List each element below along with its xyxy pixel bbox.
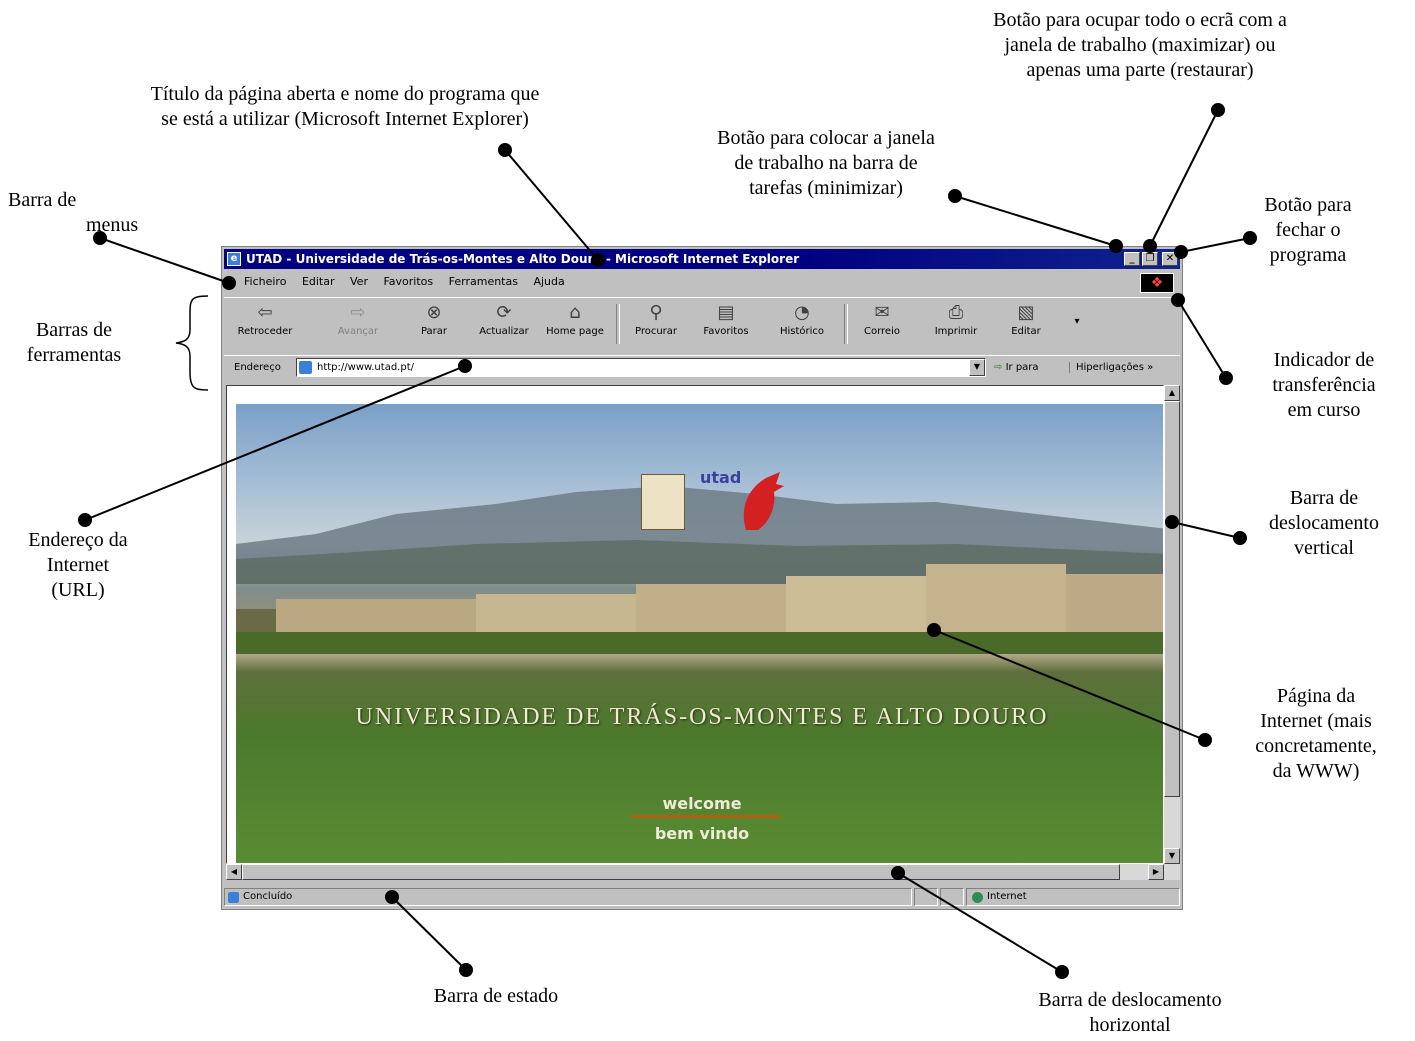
annotation-title-bar: Título da página aberta e nome do progra…	[150, 83, 540, 130]
annotation-close: Botão para fechar o programa	[1264, 194, 1352, 266]
browser-window: e UTAD - Universidade de Trás-os-Montes …	[221, 246, 1183, 910]
annotation-minimize: Botão para colocar a janela de trabalho n…	[717, 127, 935, 199]
red-bird-logo	[743, 472, 784, 530]
annotation-maximize: Botão para ocupar todo o ecrã com a janel…	[993, 9, 1287, 81]
toolbar-separator	[844, 304, 848, 344]
annotation-status-bar: Barra de estado	[433, 985, 559, 1007]
status-bar: Concluído Internet	[224, 887, 1180, 907]
toolbar-separator	[616, 304, 620, 344]
vertical-scroll-thumb[interactable]	[1164, 401, 1180, 797]
standard-toolbar: ⇦ Retroceder ⇨ Avançar ⊗ Parar ⟳ Actualizar …	[224, 297, 1180, 352]
home-button[interactable]: ⌂ Home page	[542, 302, 608, 337]
home-icon: ⌂	[569, 302, 581, 323]
page-icon	[299, 361, 312, 374]
back-arrow-icon: ⇦	[257, 302, 273, 323]
search-button[interactable]: ⚲ Procurar	[626, 302, 686, 337]
window-title: UTAD - Universidade de Trás-os-Montes e …	[246, 252, 800, 266]
web-page-viewport[interactable]: utad UNIVERSIDADE DE TRÁS-OS-MONTES E AL…	[226, 385, 1164, 864]
address-input[interactable]: http://www.utad.pt/ ▼	[296, 358, 986, 377]
print-icon: ⎙	[948, 302, 964, 323]
close-button[interactable]: ✕	[1162, 252, 1178, 266]
annotation-toolbars: Barras de ferramentas	[26, 319, 122, 366]
university-crest-logo	[641, 474, 685, 530]
menu-favorites[interactable]: Favoritos	[377, 271, 439, 288]
go-arrow-icon: ⇨	[994, 362, 1003, 373]
address-bar: Endereço http://www.utad.pt/ ▼ ⇨ Ir para…	[224, 355, 1180, 380]
history-icon: ◔	[794, 302, 810, 323]
page-heading: UNIVERSIDADE DE TRÁS-OS-MONTES E ALTO DO…	[355, 704, 1049, 730]
title-bar[interactable]: e UTAD - Universidade de Trás-os-Montes …	[224, 249, 1180, 269]
menu-view[interactable]: Ver	[344, 271, 374, 288]
minimize-button[interactable]: _	[1124, 252, 1140, 266]
menu-tools[interactable]: Ferramentas	[443, 271, 524, 288]
horizontal-scrollbar[interactable]: ◀ ▶	[226, 864, 1180, 880]
menu-help[interactable]: Ajuda	[527, 271, 570, 288]
scroll-down-icon[interactable]: ▼	[1164, 848, 1180, 864]
annotation-menu-bar: Barra de menus	[8, 189, 139, 236]
status-pane-blank	[914, 888, 938, 906]
mail-icon: ✉	[874, 302, 890, 323]
refresh-button[interactable]: ⟳ Actualizar	[474, 302, 534, 337]
welcome-link[interactable]: welcome	[236, 794, 1163, 813]
zone-text: Internet	[987, 891, 1027, 902]
internet-zone-globe-icon	[972, 892, 983, 903]
address-url: http://www.utad.pt/	[317, 362, 414, 373]
annotation-web-page: Página da Internet (mais concretamente, da …	[1255, 685, 1377, 782]
campus-buildings	[236, 564, 1163, 654]
vertical-scrollbar[interactable]: ▲ ▼	[1164, 385, 1180, 864]
address-dropdown-icon[interactable]: ▼	[969, 359, 985, 376]
horizontal-scroll-thumb[interactable]	[242, 864, 1120, 880]
search-icon: ⚲	[649, 302, 663, 323]
favorites-button[interactable]: ▤ Favoritos	[696, 302, 756, 337]
status-text: Concluído	[243, 891, 293, 902]
forward-button[interactable]: ⇨ Avançar	[328, 302, 388, 337]
mail-button[interactable]: ✉ Correio	[852, 302, 912, 337]
status-pane-blank	[940, 888, 964, 906]
history-button[interactable]: ◔ Histórico	[772, 302, 832, 337]
restore-button[interactable]: ❐	[1142, 252, 1158, 266]
stop-button[interactable]: ⊗ Parar	[414, 302, 454, 337]
menu-file[interactable]: Ficheiro	[238, 271, 292, 288]
go-button[interactable]: ⇨ Ir para	[994, 362, 1039, 373]
edit-button[interactable]: ▧ Editar	[996, 302, 1056, 337]
print-button[interactable]: ⎙ Imprimir	[926, 302, 986, 337]
windows-logo-throbber-icon: ❖	[1140, 273, 1174, 293]
links-button[interactable]: Hiperligações »	[1069, 362, 1153, 373]
status-pane: Concluído	[224, 888, 912, 906]
zone-pane: Internet	[966, 888, 1180, 906]
menu-bar: Ficheiro Editar Ver Favoritos Ferramenta…	[224, 271, 1180, 293]
back-button[interactable]: ⇦ Retroceder	[230, 302, 300, 337]
menu-edit[interactable]: Editar	[296, 271, 341, 288]
scroll-left-icon[interactable]: ◀	[226, 864, 242, 880]
scroll-up-icon[interactable]: ▲	[1164, 385, 1180, 401]
campus-photo: utad UNIVERSIDADE DE TRÁS-OS-MONTES E AL…	[236, 404, 1163, 863]
scroll-right-icon[interactable]: ▶	[1148, 864, 1164, 880]
welcome-divider	[631, 815, 781, 818]
bem-vindo-link[interactable]: bem vindo	[236, 824, 1163, 843]
toolbar-brace	[175, 295, 209, 391]
address-label: Endereço	[234, 362, 281, 373]
stop-icon: ⊗	[426, 302, 442, 323]
annotation-vscroll: Barra de deslocamento vertical	[1269, 487, 1379, 559]
toolbar-more-chevron-icon[interactable]: ▾	[1070, 316, 1084, 327]
annotation-throbber: Indicador de transferência em curso	[1272, 349, 1376, 421]
refresh-icon: ⟳	[496, 302, 512, 323]
edit-icon: ▧	[1017, 302, 1035, 323]
annotation-address: Endereço da Internet (URL)	[28, 529, 128, 601]
annotation-hscroll: Barra de deslocamento horizontal	[1038, 989, 1222, 1036]
forward-arrow-icon: ⇨	[350, 302, 366, 323]
ie-icon: e	[227, 252, 241, 266]
page-done-icon	[228, 892, 239, 903]
favorites-icon: ▤	[717, 302, 735, 323]
